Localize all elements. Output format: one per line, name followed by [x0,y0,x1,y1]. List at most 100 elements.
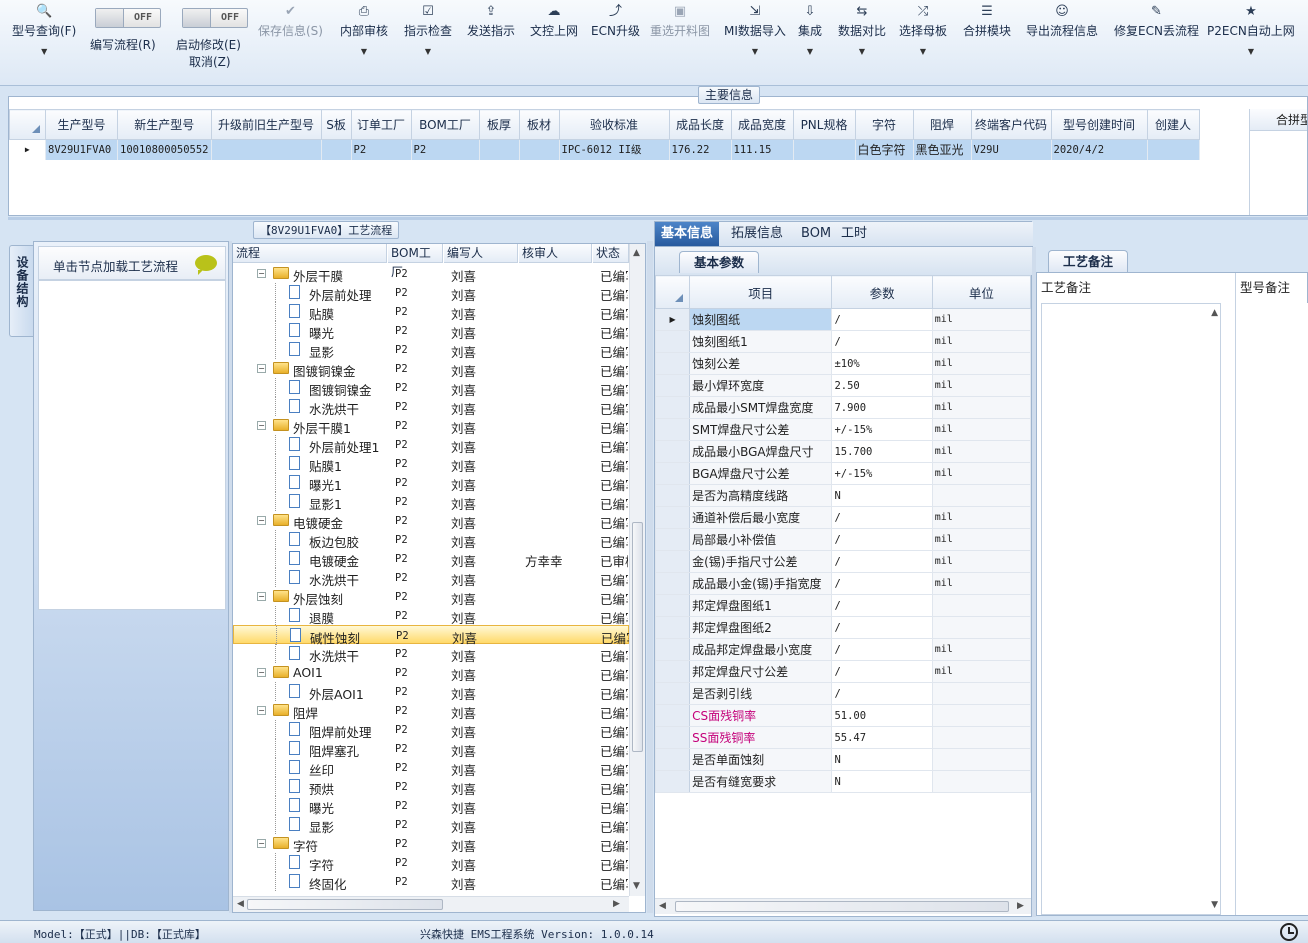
toolbar-button-15[interactable]: ★ P2ECN自动上网 ▼ [1207,2,1295,82]
param-value[interactable]: / [831,506,933,529]
param-value[interactable]: N [831,748,933,771]
column-header[interactable]: 板厚 [478,109,520,140]
param-value[interactable]: 7.900 [831,396,933,419]
toolbar-button-1[interactable]: ✔ 保存信息(S) [258,2,323,82]
param-value[interactable]: / [831,682,933,705]
params-column-header[interactable]: 单位 [931,275,1032,309]
param-value[interactable]: / [831,308,933,331]
tree-hscroll-thumb[interactable] [247,899,443,910]
tree-row[interactable]: 曝光P2刘喜已编写 [233,796,629,816]
column-header[interactable]: 成品宽度 [730,109,794,140]
table-cell[interactable]: 111.15 [731,139,794,160]
param-value[interactable]: / [831,572,933,595]
table-cell[interactable]: V29U [971,139,1052,160]
table-cell[interactable]: 8V29U1FVA0 [45,139,118,160]
params-row[interactable]: 通道补偿后最小宽度 / mil [654,506,1032,529]
toggle-switch-1[interactable]: OFF [182,8,248,28]
tab-basic-params[interactable]: 基本参数 [679,251,760,273]
toolbar-button-12[interactable]: ☰ 合拼模块 [963,2,1011,82]
table-cell[interactable]: IPC-6012 II级 [559,139,670,160]
tree-row[interactable]: −图镀铜镍金P2刘喜已编写 [233,359,629,379]
tree-column-header[interactable]: 状态 [593,244,629,263]
param-value[interactable]: ±10% [831,352,933,375]
param-value[interactable]: / [831,616,933,639]
tree-row[interactable]: 丝印P2刘喜已编写 [233,758,629,778]
toolbar-button-6[interactable]: ⤴ ECN升级 [591,2,640,82]
chevron-down-icon[interactable]: ▼ [798,47,822,56]
tree-row[interactable]: 显影1P2刘喜已编写 [233,492,629,512]
params-row[interactable]: 是否为高精度线路 N [654,484,1032,507]
toolbar-button-3[interactable]: ☑ 指示检查 ▼ [404,2,452,82]
tree-column-header[interactable]: 核审人 [519,244,592,263]
tree-row[interactable]: 显影P2刘喜已编写 [233,815,629,835]
params-row[interactable]: 是否单面蚀刻 N [654,748,1032,771]
tree-row[interactable]: −阻焊P2刘喜已编写 [233,701,629,721]
params-row[interactable]: 邦定焊盘尺寸公差 / mil [654,660,1032,683]
params-row[interactable]: 邦定焊盘图纸2/ [654,616,1032,639]
tree-column-header[interactable]: 编写人 [444,244,518,263]
param-value[interactable]: +/-15% [831,418,933,441]
toolbar-button-0[interactable]: 🔍 型号查询(F) ▼ [12,2,76,82]
toolbar-button-13[interactable]: ☺ 导出流程信息 [1026,2,1098,82]
params-column-header[interactable]: 项目 [689,275,833,309]
tree-row[interactable]: 字符P2刘喜已编写 [233,853,629,873]
collapse-icon[interactable]: − [257,269,266,278]
toolbar-button-2[interactable]: ⎙ 内部审核 ▼ [340,2,388,82]
collapse-icon[interactable]: − [257,839,266,848]
horizontal-splitter[interactable] [8,217,1308,220]
table-cell[interactable]: 176.22 [669,139,732,160]
tree-row[interactable]: 水洗烘干P2刘喜已编写 [233,568,629,588]
left-splitter[interactable] [229,241,232,913]
collapse-icon[interactable]: − [257,516,266,525]
param-value[interactable]: / [831,528,933,551]
column-header[interactable]: 升级前旧生产型号 [210,109,322,140]
table-cell[interactable] [211,139,322,160]
detail-tab-2[interactable]: BOM [795,222,837,246]
params-row[interactable]: 蚀刻图纸1/mil [654,330,1032,353]
table-cell[interactable]: 10010800050552 [117,139,212,160]
tree-row[interactable]: −电镀硬金P2刘喜已编写 [233,511,629,531]
middle-splitter[interactable] [647,241,653,913]
tree-row[interactable]: 图镀铜镍金P2刘喜已编写 [233,378,629,398]
param-value[interactable]: N [831,770,933,793]
tree-horizontal-scrollbar[interactable]: ◀ ▶ [233,896,629,912]
tree-row[interactable]: 阻焊前处理P2刘喜已编写 [233,720,629,740]
tab-process-remark[interactable]: 工艺备注 [1048,250,1129,272]
tree-row[interactable]: −外层干膜P2刘喜已编写 [233,264,629,284]
column-header[interactable]: BOM工厂 [410,109,480,140]
column-header[interactable]: 板材 [518,109,560,140]
tree-row[interactable]: 贴膜1P2刘喜已编写 [233,454,629,474]
tree-row[interactable]: 水洗烘干P2刘喜已编写 [233,644,629,664]
chevron-down-icon[interactable]: ▼ [724,47,786,56]
params-column-header[interactable]: 参数 [831,275,933,309]
collapse-icon[interactable]: − [257,421,266,430]
tree-row[interactable]: 曝光1P2刘喜已编写 [233,473,629,493]
toolbar-button-7[interactable]: ▣ 重选开料图 [650,2,710,82]
table-cell[interactable] [479,139,520,160]
tab-equipment-structure[interactable]: 设备结构 [9,245,33,337]
toolbar-button-4[interactable]: ⇪ 发送指示 [467,2,515,82]
chevron-down-icon[interactable]: ▼ [12,47,76,56]
params-row[interactable]: 成品最小金(锡)手指宽度 / mil [654,572,1032,595]
table-cell[interactable] [1147,139,1200,160]
params-row[interactable]: 成品最小BGA焊盘尺寸 15.700 mil [654,440,1032,463]
tree-row[interactable]: 退膜P2刘喜已编写 [233,606,629,626]
tree-scroll-thumb[interactable] [632,522,643,752]
table-cell[interactable] [321,139,352,160]
column-header[interactable]: 创建人 [1146,109,1200,140]
toggle-switch-0[interactable]: OFF [95,8,161,28]
param-value[interactable]: 2.50 [831,374,933,397]
detail-tab-3[interactable]: 工时 [835,222,873,246]
model-remark-input[interactable] [1235,303,1308,915]
tree-row[interactable]: 外层前处理P2刘喜已编写 [233,283,629,303]
tree-column-header[interactable]: 流程 [233,244,387,263]
tree-row[interactable]: −AOI1P2刘喜已编写 [233,663,629,683]
right-splitter[interactable] [1032,247,1036,917]
toolbar-button-11[interactable]: ⤮ 选择母板 ▼ [899,2,947,82]
tree-row[interactable]: −外层干膜1P2刘喜已编写 [233,416,629,436]
tree-row[interactable]: 外层前处理1P2刘喜已编写 [233,435,629,455]
params-row[interactable]: CS面残铜率 51.00 [654,704,1032,727]
params-row[interactable]: 成品邦定焊盘最小宽度 / mil [654,638,1032,661]
params-row[interactable]: SMT焊盘尺寸公差 +/-15% mil [654,418,1032,441]
param-value[interactable]: / [831,550,933,573]
